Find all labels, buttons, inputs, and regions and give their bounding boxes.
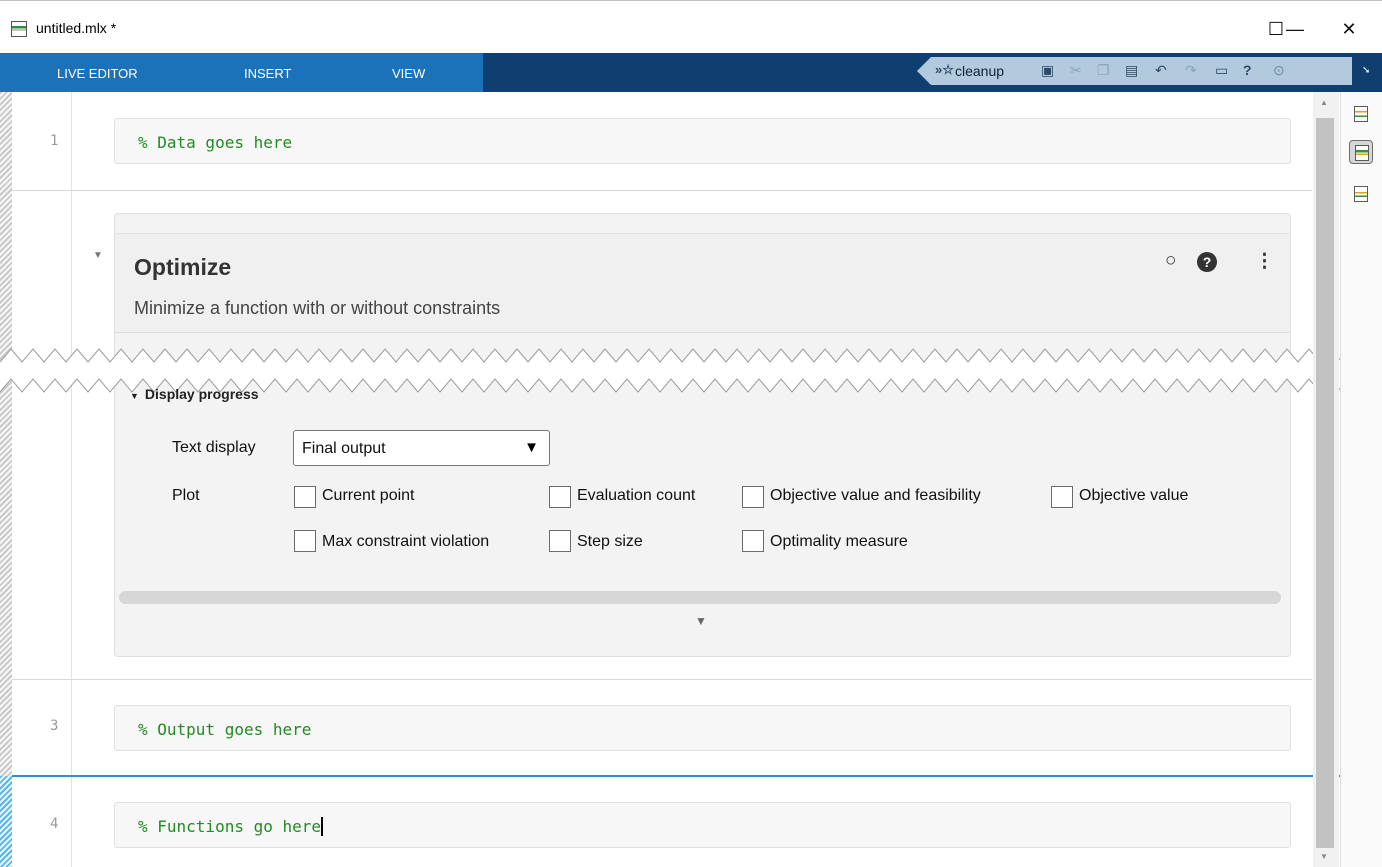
task-header: Optimize Minimize a function with or wit… xyxy=(115,233,1290,333)
code-line-3[interactable]: % Output goes here xyxy=(114,705,1291,751)
tab-view[interactable]: VIEW xyxy=(392,66,425,81)
plot-label: Plot xyxy=(172,487,200,504)
display-progress-heading[interactable]: ▼ Display progress xyxy=(130,386,259,402)
checkbox-label: Evaluation count xyxy=(577,487,696,504)
section-collapse-icon: ▼ xyxy=(130,391,139,401)
line-number: 3 xyxy=(50,718,59,734)
cleanup-shortcut-icon[interactable]: »☆ xyxy=(935,62,954,81)
checkbox-label: Objective value and feasibility xyxy=(770,487,981,504)
section-divider xyxy=(12,679,1312,680)
options-icon[interactable]: ⊙ xyxy=(1273,62,1285,81)
task-title: Optimize xyxy=(134,254,232,280)
window-title: untitled.mlx * xyxy=(36,20,117,36)
autorun-circle-icon[interactable]: ○ xyxy=(1165,250,1176,272)
display-progress-label: Display progress xyxy=(144,386,259,402)
paste-icon[interactable]: ▤ xyxy=(1125,62,1138,81)
text-caret xyxy=(321,817,324,836)
dropdown-arrow-icon: ▼ xyxy=(524,439,539,456)
text-display-dropdown[interactable]: Final output ▼ xyxy=(293,430,550,466)
scroll-down-arrow-icon[interactable]: ▼ xyxy=(1320,852,1328,861)
code-line-1[interactable]: % Data goes here xyxy=(114,118,1291,164)
code-comment: % Output goes here xyxy=(138,720,312,739)
save-icon[interactable]: ▣ xyxy=(1041,62,1054,81)
code-line-4[interactable]: % Functions go here xyxy=(114,802,1291,848)
hide-code-icon[interactable] xyxy=(1349,182,1373,206)
checkbox-objective-value[interactable] xyxy=(1051,486,1073,508)
section-break-line xyxy=(12,775,1340,777)
vertical-scrollbar-thumb[interactable] xyxy=(1316,118,1334,848)
line-number: 4 xyxy=(50,816,59,832)
checkbox-label: Objective value xyxy=(1079,487,1189,504)
line-number: 1 xyxy=(50,133,59,149)
section-divider xyxy=(12,190,1312,191)
task-horizontal-scrollbar[interactable] xyxy=(119,591,1281,604)
ribbon-bar: LIVE EDITOR INSERT VIEW »☆ cleanup ▣ ✂ ❐… xyxy=(0,53,1382,92)
output-inline-icon[interactable] xyxy=(1349,140,1373,164)
collapse-toolstrip-icon[interactable]: ➘ xyxy=(1362,65,1370,76)
task-subtitle: Minimize a function with or without cons… xyxy=(134,298,501,318)
help-icon[interactable]: ? xyxy=(1197,252,1217,272)
title-bar: untitled.mlx * — ☐ ✕ xyxy=(0,0,1382,53)
task-collapse-toggle[interactable]: ▼ xyxy=(93,250,103,261)
window-layout-icon[interactable]: ▭ xyxy=(1215,62,1228,81)
checkbox-label: Max constraint violation xyxy=(322,533,490,550)
view-mode-panel xyxy=(1340,92,1382,867)
ribbon-right-area: »☆ cleanup ▣ ✂ ❐ ▤ ↶ ↷ ▭ ? ⊙ ➘ xyxy=(483,53,1382,92)
quick-access-toolbar: »☆ cleanup ▣ ✂ ❐ ▤ ↶ ↷ ▭ ? ⊙ xyxy=(917,57,1352,85)
code-comment: % Functions go here xyxy=(138,817,322,836)
checkbox-label: Current point xyxy=(322,487,415,504)
scroll-up-arrow-icon[interactable]: ▲ xyxy=(1320,98,1328,107)
line-number-column xyxy=(12,92,72,867)
more-options-icon[interactable]: ⋮ xyxy=(1255,250,1274,273)
text-display-label: Text display xyxy=(172,439,256,456)
checkbox-label: Step size xyxy=(577,533,643,550)
checkbox-current-point[interactable] xyxy=(294,486,316,508)
checkbox-evaluation-count[interactable] xyxy=(549,486,571,508)
help-icon[interactable]: ? xyxy=(1243,62,1252,81)
undo-icon[interactable]: ↶ xyxy=(1155,62,1167,81)
redo-icon[interactable]: ↷ xyxy=(1185,62,1197,81)
maximize-button[interactable]: ☐ xyxy=(1253,15,1299,43)
cut-icon[interactable]: ✂ xyxy=(1070,62,1082,81)
checkbox-optimality-measure[interactable] xyxy=(742,530,764,552)
output-on-right-icon[interactable] xyxy=(1349,102,1373,126)
current-section-indicator xyxy=(0,776,12,867)
checkbox-label: Optimality measure xyxy=(770,533,908,550)
text-display-value: Final output xyxy=(302,440,386,457)
close-button[interactable]: ✕ xyxy=(1326,15,1372,43)
checkbox-step-size[interactable] xyxy=(549,530,571,552)
code-comment: % Data goes here xyxy=(138,133,293,152)
code-comment-with-caret: % Functions go here xyxy=(138,817,324,836)
left-gutter xyxy=(0,92,12,867)
expand-task-arrow-icon[interactable]: ▼ xyxy=(695,614,707,628)
live-script-file-icon xyxy=(11,21,27,37)
checkbox-objective-value-feasibility[interactable] xyxy=(742,486,764,508)
checkbox-max-constraint-violation[interactable] xyxy=(294,530,316,552)
tab-live-editor[interactable]: LIVE EDITOR xyxy=(57,66,138,81)
cleanup-shortcut-label[interactable]: cleanup xyxy=(955,63,1004,79)
copy-icon[interactable]: ❐ xyxy=(1097,62,1110,81)
tab-insert[interactable]: INSERT xyxy=(244,66,291,81)
